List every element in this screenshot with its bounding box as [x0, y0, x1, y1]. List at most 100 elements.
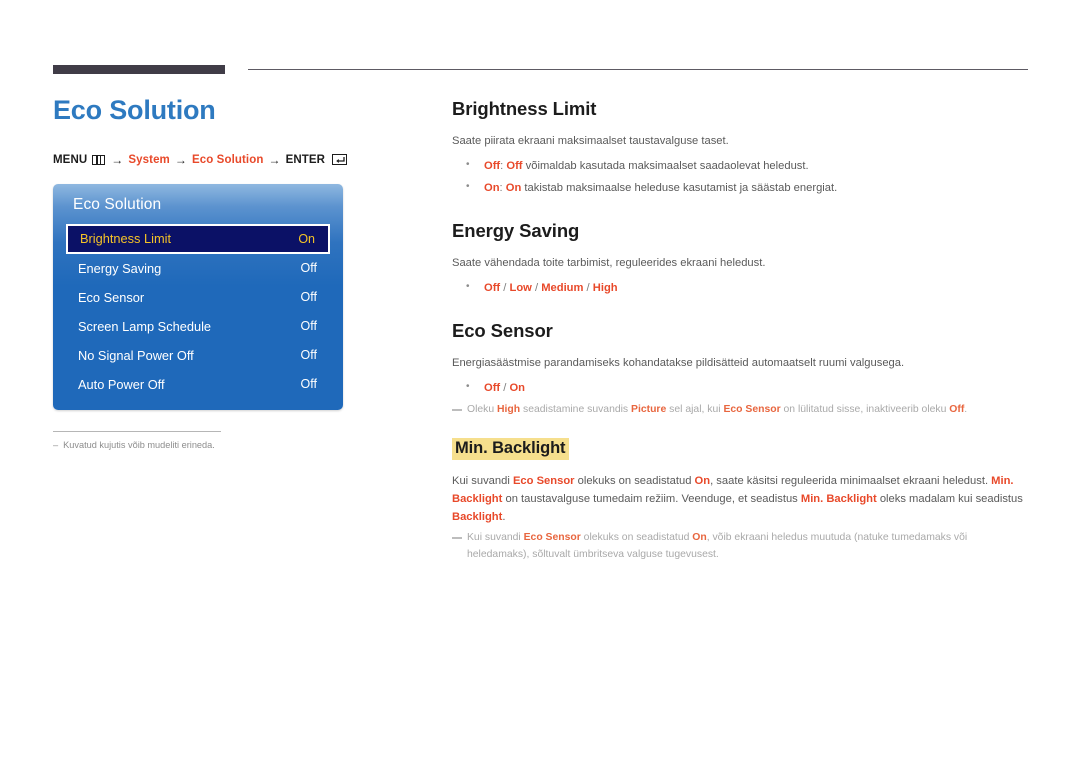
list-item: Off / On	[452, 379, 1030, 397]
osd-row-label: Screen Lamp Schedule	[78, 318, 212, 334]
note-text: Kui suvandi	[467, 532, 524, 544]
body-text: oleks madalam kui seadistus	[876, 493, 1023, 506]
note-key-high: High	[497, 404, 521, 416]
body-key-on: On	[694, 474, 711, 487]
left-column: Eco Solution MENU → System → Eco Solutio…	[53, 95, 413, 452]
body-text: Kui suvandi	[452, 474, 513, 487]
bullet-key-2: Off	[506, 160, 523, 173]
bullet-text: võimaldab kasutada maksimaalset saadaole…	[522, 160, 809, 173]
osd-row-eco-sensor[interactable]: Eco Sensor Off	[66, 283, 330, 312]
osd-row-screen-lamp-schedule[interactable]: Screen Lamp Schedule Off	[66, 312, 330, 341]
osd-row-no-signal-power-off[interactable]: No Signal Power Off Off	[66, 341, 330, 370]
option-medium: Medium	[541, 282, 584, 295]
note-key-eco-sensor: Eco Sensor	[523, 532, 581, 544]
section-intro: Energiasäästmise parandamiseks kohandata…	[452, 357, 905, 370]
note-key-eco-sensor: Eco Sensor	[723, 404, 781, 416]
osd-row-label: Brightness Limit	[80, 231, 172, 247]
option-high: High	[592, 282, 618, 295]
section-intro: Saate piirata ekraani maksimaalset taust…	[452, 135, 729, 147]
option-off: Off	[484, 382, 501, 395]
footnote-divider	[53, 430, 221, 432]
note-key-picture: Picture	[631, 404, 667, 416]
body-key-eco-sensor: Eco Sensor	[512, 474, 575, 487]
body-key-min-backlight-2: Min. Backlight	[800, 493, 877, 506]
osd-row-value: Off	[300, 348, 317, 363]
body-text: olekuks on seadistatud	[574, 474, 695, 487]
header-rule-thick	[53, 65, 225, 74]
option-separator: /	[531, 282, 542, 295]
osd-row-value: On	[298, 231, 315, 246]
breadcrumb-menu-label: MENU	[53, 153, 88, 166]
right-column: Brightness Limit Saate piirata ekraani m…	[452, 98, 1030, 587]
osd-row-value: Off	[300, 319, 317, 334]
header-rule-thin	[248, 69, 1028, 70]
breadcrumb-arrow-3: →	[268, 152, 281, 167]
note-key-off: Off	[949, 404, 965, 416]
osd-row-label: Energy Saving	[78, 260, 162, 276]
section-heading: Energy Saving	[452, 219, 580, 241]
breadcrumb-step-system: System	[128, 153, 170, 166]
section-brightness-limit: Brightness Limit Saate piirata ekraani m…	[452, 98, 1030, 197]
osd-row-energy-saving[interactable]: Energy Saving Off	[66, 254, 330, 283]
left-footnote: – Kuvatud kujutis võib mudeliti erineda.	[53, 430, 228, 452]
option-off: Off	[484, 282, 501, 295]
body-text: , saate käsitsi reguleerida minimaalset …	[710, 474, 992, 487]
osd-menu-list: Brightness Limit On Energy Saving Off Ec…	[66, 223, 330, 399]
section-note: Kui suvandi Eco Sensor olekuks on seadis…	[452, 530, 1030, 563]
osd-row-label: Eco Sensor	[78, 289, 145, 305]
osd-row-value: Off	[300, 377, 317, 392]
osd-row-brightness-limit[interactable]: Brightness Limit On	[66, 223, 330, 254]
body-text: .	[502, 511, 506, 524]
bullet-text: takistab maksimaalse heleduse kasutamist…	[521, 182, 838, 195]
footnote-text: Kuvatud kujutis võib mudeliti erineda.	[63, 439, 215, 450]
option-low: Low	[509, 282, 532, 295]
body-key-backlight: Backlight	[452, 511, 503, 524]
osd-row-value: Off	[300, 261, 317, 276]
enter-return-icon	[332, 154, 348, 166]
section-energy-saving: Energy Saving Saate vähendada toite tarb…	[452, 220, 1030, 297]
osd-row-label: Auto Power Off	[78, 376, 165, 392]
osd-row-label: No Signal Power Off	[78, 347, 194, 363]
list-item: Off: Off võimaldab kasutada maksimaalset…	[452, 157, 1030, 175]
bullet-key: Off	[484, 160, 501, 173]
section-heading: Eco Sensor	[452, 320, 553, 342]
breadcrumb-enter-label: ENTER	[285, 153, 326, 166]
note-text: .	[964, 404, 968, 416]
note-text: sel ajal, kui	[666, 404, 724, 416]
header-rule	[53, 63, 1028, 76]
osd-menu-title: Eco Solution	[73, 195, 162, 213]
note-text: Oleku	[467, 404, 498, 416]
breadcrumb-arrow-1: →	[111, 152, 124, 167]
option-on: On	[509, 382, 526, 395]
body-text: on taustavalguse tumedaim režiim. Veendu…	[502, 493, 801, 506]
footnote-dash: –	[53, 439, 59, 450]
section-eco-sensor: Eco Sensor Energiasäästmise parandamisek…	[452, 320, 1030, 419]
page-title: Eco Solution	[53, 95, 216, 125]
section-body: Kui suvandi Eco Sensor olekuks on seadis…	[452, 472, 1030, 526]
breadcrumb-step-eco-solution: Eco Solution	[192, 153, 264, 166]
bullet-key-2: On	[505, 182, 522, 195]
note-text: olekuks on seadistatud	[580, 532, 693, 544]
note-key-on: On	[692, 532, 707, 544]
section-intro: Saate vähendada toite tarbimist, regulee…	[452, 256, 766, 269]
footnote-row: – Kuvatud kujutis võib mudeliti erineda.	[53, 439, 228, 452]
section-heading-highlighted: Min. Backlight	[452, 437, 570, 460]
option-separator: /	[583, 282, 593, 295]
note-text: seadistamine suvandis	[520, 404, 632, 416]
bullet-list: Off: Off võimaldab kasutada maksimaalset…	[452, 157, 1030, 197]
bullet-list: Off / Low / Medium / High	[452, 279, 1030, 297]
section-min-backlight: Min. Backlight Kui suvandi Eco Sensor ol…	[452, 437, 1030, 564]
breadcrumb-arrow-2: →	[174, 152, 187, 167]
osd-menu-panel: Eco Solution Brightness Limit On Energy …	[53, 183, 343, 410]
list-item: On: On takistab maksimaalse heleduse kas…	[452, 179, 1030, 197]
osd-row-value: Off	[300, 290, 317, 305]
osd-row-auto-power-off[interactable]: Auto Power Off Off	[66, 370, 330, 399]
list-item: Off / Low / Medium / High	[452, 279, 1030, 297]
bullet-list: Off / On	[452, 379, 1030, 397]
section-note: Oleku High seadistamine suvandis Picture…	[452, 402, 1030, 419]
breadcrumb: MENU → System → Eco Solution → ENTER	[53, 153, 413, 167]
section-heading: Brightness Limit	[452, 98, 597, 119]
bullet-key: On	[484, 182, 500, 195]
note-text: on lülitatud sisse, inaktiveerib oleku	[780, 404, 950, 416]
menu-grid-icon	[92, 154, 106, 165]
